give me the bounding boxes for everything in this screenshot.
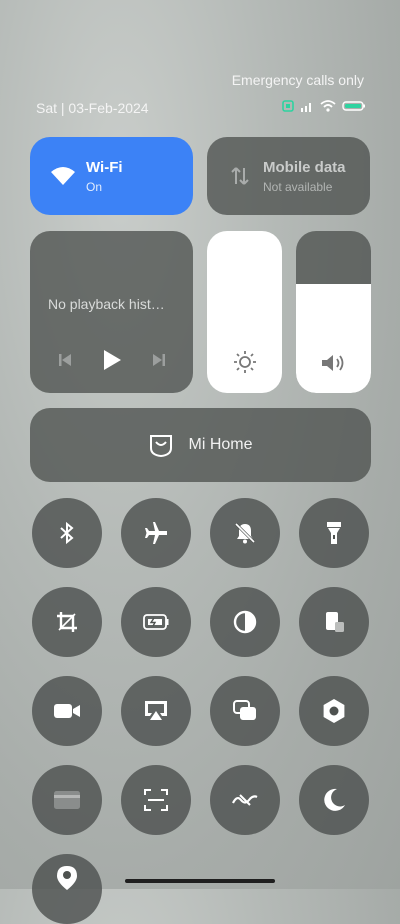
flashlight-toggle[interactable] <box>299 498 369 568</box>
scanner-icon <box>144 789 168 811</box>
bluetooth-icon <box>60 521 74 545</box>
home-indicator[interactable] <box>125 879 275 883</box>
previous-icon <box>58 354 71 366</box>
sun-icon <box>207 349 282 375</box>
mobile-data-icon <box>217 164 263 188</box>
crop-toggle[interactable] <box>32 587 102 657</box>
signal-icon <box>301 102 311 112</box>
mute-toggle[interactable] <box>210 498 280 568</box>
battery-saver-toggle[interactable] <box>121 587 191 657</box>
card-icon <box>54 791 80 809</box>
volume-fill <box>296 284 371 393</box>
floating-window-toggle[interactable] <box>210 676 280 746</box>
volume-slider[interactable] <box>296 231 371 393</box>
system-icons <box>282 100 366 112</box>
hexagon-settings-icon <box>323 699 345 723</box>
floating-window-icon <box>233 700 256 720</box>
contrast-icon <box>233 610 257 634</box>
cast-toggle[interactable] <box>121 676 191 746</box>
airplane-icon <box>145 522 167 544</box>
wifi-toggle[interactable]: Wi-Fi On <box>30 137 193 215</box>
wave-toggle[interactable] <box>210 765 280 835</box>
bluetooth-toggle[interactable] <box>32 498 102 568</box>
wifi-status-icon <box>320 100 336 112</box>
video-camera-icon <box>54 704 80 718</box>
next-button[interactable] <box>151 352 167 373</box>
mute-icon <box>234 522 256 544</box>
media-placeholder: No playback hist… <box>48 296 165 312</box>
scanner-toggle[interactable] <box>121 765 191 835</box>
screen-icon <box>326 612 344 632</box>
battery-saver-icon <box>143 614 169 630</box>
card-toggle[interactable] <box>32 765 102 835</box>
dark-mode-toggle[interactable] <box>299 765 369 835</box>
location-icon <box>57 866 77 890</box>
speaker-icon <box>296 351 371 375</box>
media-player[interactable]: No playback hist… <box>30 231 193 393</box>
battery-icon <box>342 101 365 111</box>
cast-icon <box>145 701 167 720</box>
mi-home-label: Mi Home <box>188 436 253 453</box>
wifi-icon <box>40 166 86 186</box>
moon-icon <box>324 788 345 811</box>
screen-toggle[interactable] <box>299 587 369 657</box>
mi-home-button[interactable]: Mi Home <box>30 408 371 482</box>
previous-button[interactable] <box>57 352 73 373</box>
mobile-data-subtitle: Not available <box>263 179 333 194</box>
video-camera-toggle[interactable] <box>32 676 102 746</box>
crop-icon <box>57 612 77 632</box>
airplane-toggle[interactable] <box>121 498 191 568</box>
play-icon <box>103 350 121 370</box>
flashlight-icon <box>327 522 341 544</box>
mobile-data-title: Mobile data <box>263 158 346 176</box>
play-button[interactable] <box>102 349 122 376</box>
wifi-subtitle: On <box>86 179 103 194</box>
mi-home-icon <box>150 435 173 458</box>
wave-icon <box>232 794 258 806</box>
mobile-data-toggle[interactable]: Mobile data Not available <box>207 137 370 215</box>
contrast-toggle[interactable] <box>210 587 280 657</box>
brightness-slider[interactable] <box>207 231 282 393</box>
next-icon <box>152 354 165 366</box>
date-label: Sat | 03-Feb-2024 <box>36 100 149 116</box>
location-toggle[interactable] <box>32 854 102 924</box>
network-status: Emergency calls only <box>231 72 364 88</box>
hexagon-settings-toggle[interactable] <box>299 676 369 746</box>
sim-icon <box>282 100 294 112</box>
wifi-title: Wi-Fi <box>86 158 123 176</box>
